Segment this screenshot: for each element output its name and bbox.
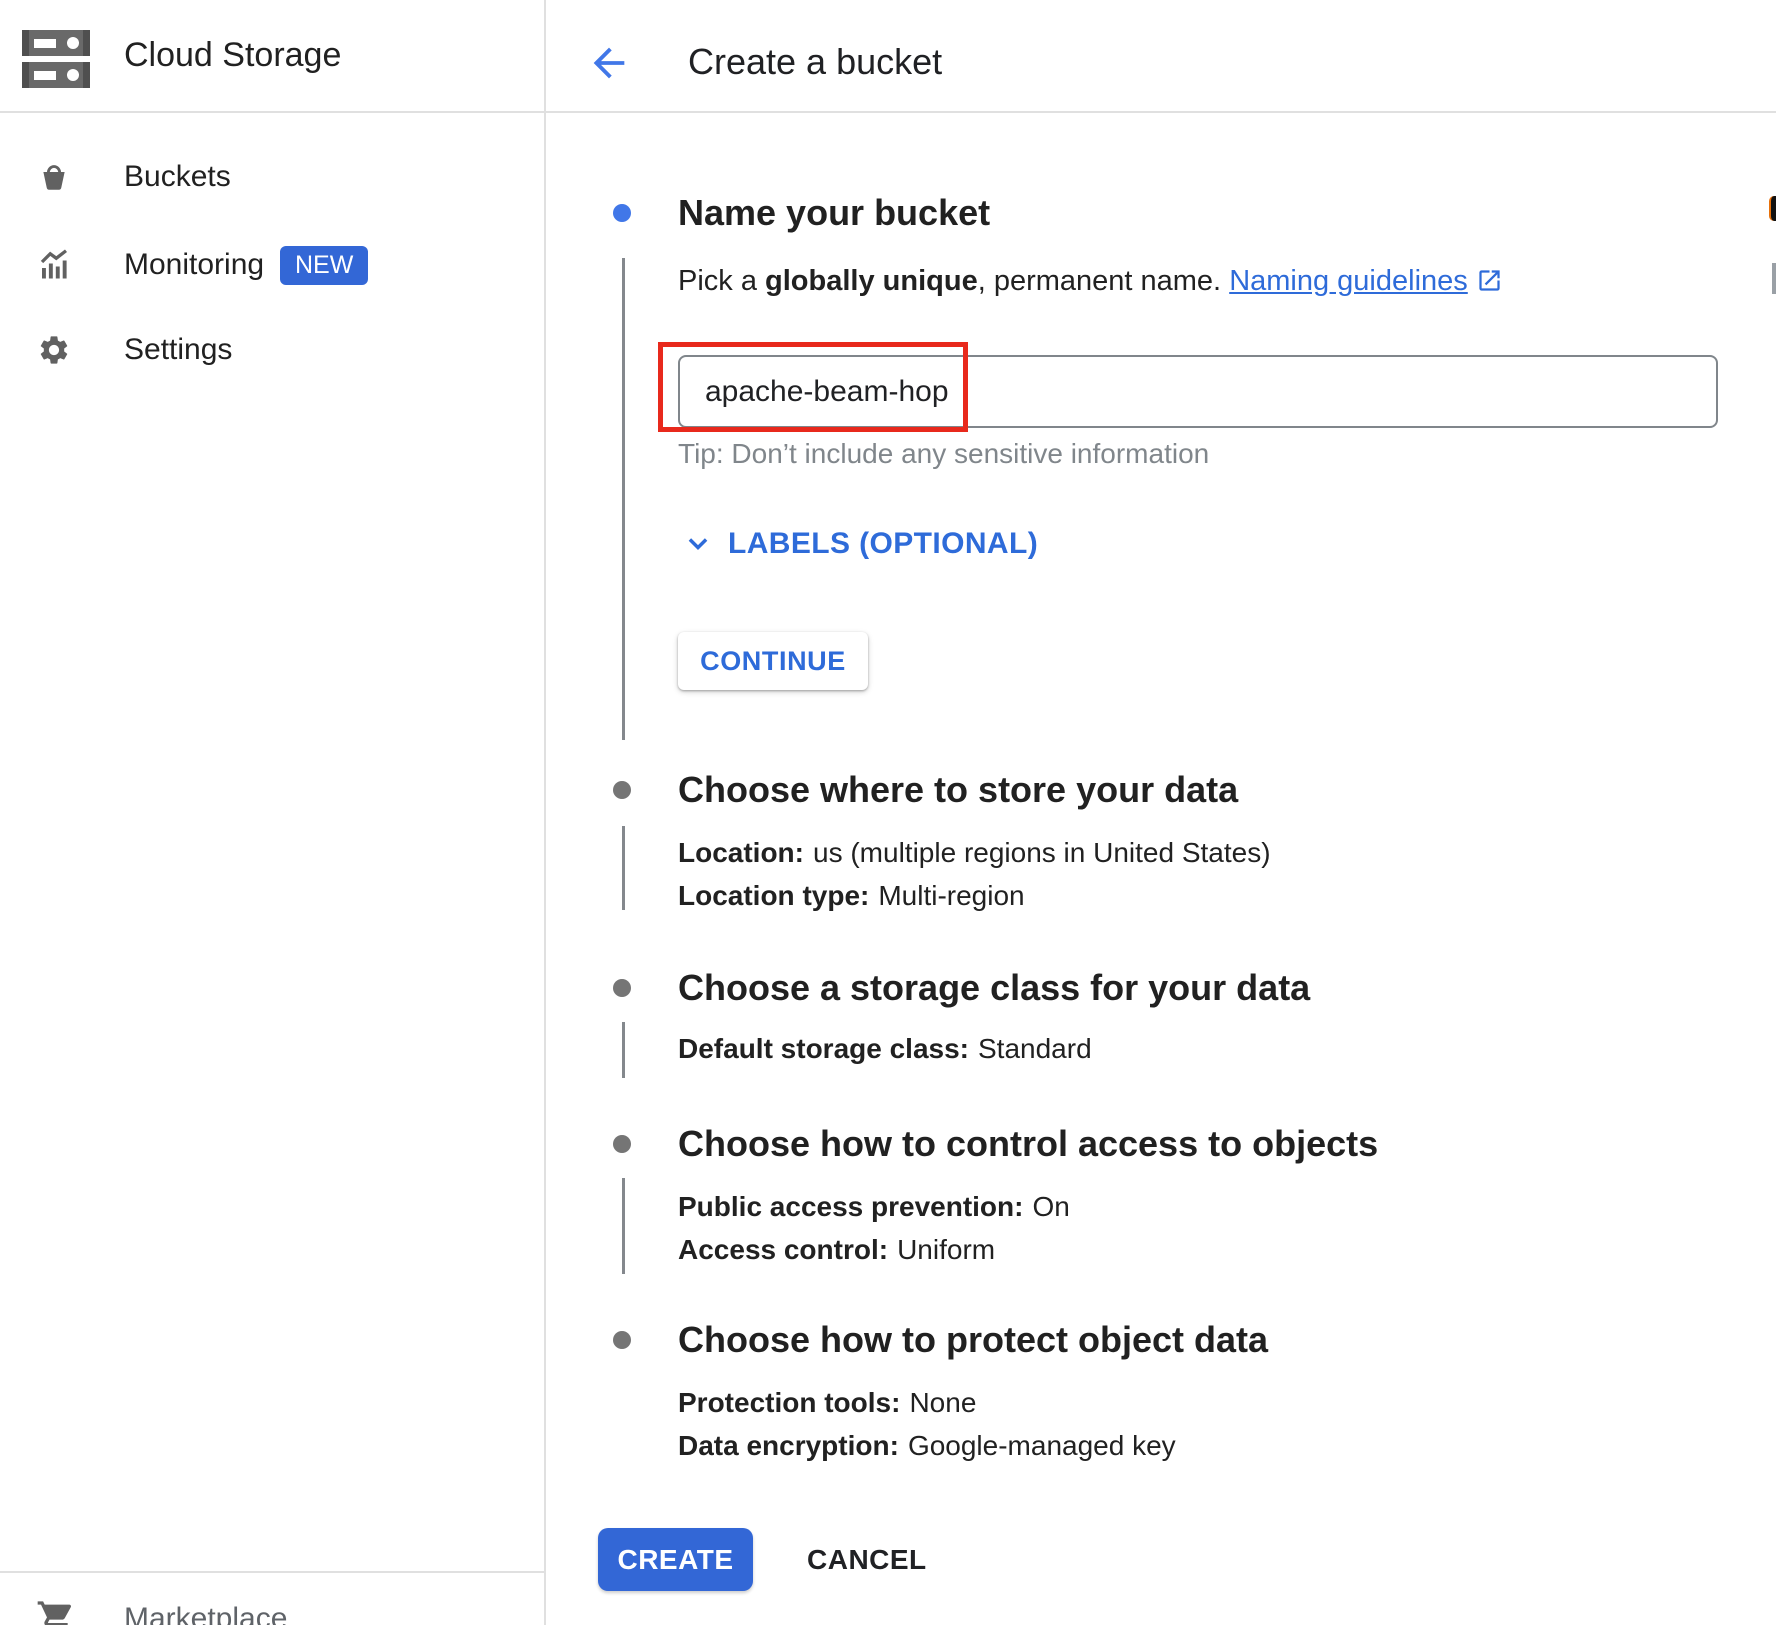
step2-title: Choose where to store your data <box>678 768 1238 812</box>
desc-prefix: Pick a <box>678 265 765 297</box>
gear-icon <box>36 332 72 368</box>
sidebar-item-label: Monitoring <box>124 248 264 282</box>
step-dot <box>613 1135 631 1153</box>
sidebar-item-marketplace[interactable]: Marketplace <box>0 1590 544 1625</box>
field-value: Multi-region <box>878 880 1024 911</box>
field-storage-class: Default storage class: Standard <box>678 1032 1092 1066</box>
field-value: None <box>909 1387 976 1418</box>
field-value: Uniform <box>897 1234 995 1265</box>
step-dot <box>613 781 631 799</box>
sidebar-item-label: Buckets <box>124 160 231 194</box>
field-label: Data encryption: <box>678 1430 899 1461</box>
stepper-connector <box>622 1022 625 1078</box>
step1-description: Pick a globally unique, permanent name. … <box>678 264 1503 302</box>
bucket-name-input[interactable] <box>678 355 1718 428</box>
field-label: Public access prevention: <box>678 1191 1023 1222</box>
clipped-content-fragment <box>1769 196 1776 221</box>
bucket-icon <box>36 159 72 195</box>
header-divider <box>0 111 1776 113</box>
labels-optional-toggle[interactable]: LABELS (OPTIONAL) <box>680 526 1038 562</box>
sidebar: Cloud Storage Buckets <box>0 0 546 1625</box>
cloud-storage-logo-icon <box>20 28 94 95</box>
naming-guidelines-link[interactable]: Naming guidelines <box>1229 265 1468 297</box>
continue-button[interactable]: CONTINUE <box>678 632 868 690</box>
cancel-button[interactable]: CANCEL <box>807 1543 927 1577</box>
labels-optional-label: LABELS (OPTIONAL) <box>728 527 1038 561</box>
step5-title: Choose how to protect object data <box>678 1318 1268 1362</box>
stepper-connector <box>622 258 625 740</box>
field-label: Protection tools: <box>678 1387 900 1418</box>
step-dot <box>613 979 631 997</box>
chevron-down-icon <box>680 526 716 562</box>
sidebar-title: Cloud Storage <box>124 0 341 111</box>
stepper-connector <box>622 1178 625 1274</box>
field-protection-tools: Protection tools: None <box>678 1386 976 1420</box>
step-dot-active <box>613 204 631 222</box>
sidebar-item-monitoring[interactable]: Monitoring NEW <box>0 231 544 299</box>
step1-title: Name your bucket <box>678 191 990 235</box>
field-value: us (multiple regions in United States) <box>813 837 1271 868</box>
back-button[interactable] <box>586 40 632 86</box>
clipped-content-fragment <box>1772 263 1776 294</box>
sidebar-item-buckets[interactable]: Buckets <box>0 143 544 211</box>
sidebar-item-label: Settings <box>124 333 232 367</box>
open-in-new-icon <box>1476 267 1503 302</box>
create-button[interactable]: CREATE <box>598 1528 753 1591</box>
sidebar-item-settings[interactable]: Settings <box>0 316 544 384</box>
field-data-encryption: Data encryption: Google-managed key <box>678 1429 1176 1463</box>
field-access-control: Access control: Uniform <box>678 1233 995 1267</box>
step-dot <box>613 1331 631 1349</box>
field-public-access: Public access prevention: On <box>678 1190 1070 1224</box>
create-bucket-page: Cloud Storage Buckets <box>0 0 1776 1625</box>
field-value: On <box>1032 1191 1069 1222</box>
page-title: Create a bucket <box>688 38 942 86</box>
monitoring-icon <box>36 247 72 283</box>
input-tip: Tip: Don’t include any sensitive informa… <box>678 438 1209 470</box>
step4-title: Choose how to control access to objects <box>678 1122 1378 1166</box>
field-label: Location: <box>678 837 804 868</box>
desc-suffix: , permanent name. <box>978 265 1229 297</box>
field-label: Default storage class: <box>678 1033 969 1064</box>
sidebar-divider <box>0 1571 544 1573</box>
field-value: Google-managed key <box>908 1430 1176 1461</box>
sidebar-header: Cloud Storage <box>0 0 544 111</box>
field-label: Access control: <box>678 1234 888 1265</box>
field-location-type: Location type: Multi-region <box>678 879 1025 913</box>
cart-icon <box>36 1598 76 1625</box>
field-value: Standard <box>978 1033 1092 1064</box>
stepper-connector <box>622 826 625 910</box>
new-badge: NEW <box>280 246 368 285</box>
field-location: Location: us (multiple regions in United … <box>678 836 1271 870</box>
field-label: Location type: <box>678 880 869 911</box>
desc-bold: globally unique <box>765 265 978 297</box>
sidebar-item-label: Marketplace <box>124 1602 287 1625</box>
step3-title: Choose a storage class for your data <box>678 966 1310 1010</box>
